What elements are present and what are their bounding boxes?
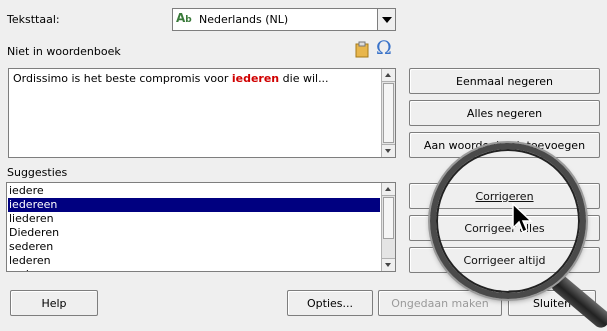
language-label: Teksttaal: [7, 13, 60, 26]
sentence-text: Ordissimo is het beste compromis voor ie… [13, 72, 329, 85]
suggestions-label: Suggesties [7, 166, 68, 179]
list-item[interactable]: sederen [8, 240, 380, 254]
mouse-pointer-icon [512, 202, 534, 238]
language-dropdown[interactable]: Ab Nederlands (NL) [172, 8, 396, 31]
scroll-up-icon[interactable] [382, 69, 395, 82]
list-item[interactable]: liederen [8, 212, 380, 226]
abc-check-icon: Ab [176, 11, 192, 25]
paste-icon[interactable] [355, 41, 369, 58]
language-value: Nederlands (NL) [199, 13, 289, 26]
special-character-omega-icon[interactable]: Ω [376, 38, 392, 58]
options-button[interactable]: Opties... [287, 290, 373, 316]
list-item[interactable]: Diederen [8, 226, 380, 240]
list-item-selected[interactable]: iedereen [8, 198, 380, 212]
help-button[interactable]: Help [10, 290, 98, 316]
list-item[interactable]: lederen [8, 254, 380, 268]
spellcheck-dialog: Teksttaal: Ab Nederlands (NL) Niet in wo… [0, 0, 607, 331]
scroll-up-icon[interactable] [382, 183, 395, 196]
textarea-scrollbar[interactable] [381, 69, 395, 157]
ignore-once-button[interactable]: Eenmaal negeren [409, 68, 600, 94]
magnifier-lens-icon [430, 143, 586, 299]
error-word: iederen [231, 72, 280, 85]
scroll-thumb[interactable] [383, 83, 394, 143]
ignore-once-label: Eenmaal negeren [456, 74, 553, 88]
sentence-before: Ordissimo is het beste compromis voor [13, 72, 232, 85]
suggestions-scrollbar[interactable] [381, 183, 395, 271]
not-in-dictionary-label: Niet in woordenboek [7, 45, 121, 58]
suggestions-list[interactable]: iedere iedereen liederen Diederen sedere… [6, 182, 396, 272]
help-label: Help [41, 296, 67, 310]
scroll-down-icon[interactable] [382, 144, 395, 157]
not-in-dictionary-textarea[interactable]: Ordissimo is het beste compromis voor ie… [8, 68, 396, 158]
scroll-down-icon[interactable] [382, 258, 395, 271]
sentence-after: die wil... [279, 72, 329, 85]
scroll-thumb[interactable] [383, 197, 394, 239]
options-label: Opties... [307, 296, 353, 310]
undo-label: Ongedaan maken [391, 296, 489, 310]
ignore-all-label: Alles negeren [466, 106, 543, 120]
list-item[interactable]: cederen [8, 268, 380, 271]
ignore-all-button[interactable]: Alles negeren [409, 100, 600, 126]
list-item[interactable]: iedere [8, 184, 380, 198]
chevron-down-icon[interactable] [377, 9, 395, 30]
